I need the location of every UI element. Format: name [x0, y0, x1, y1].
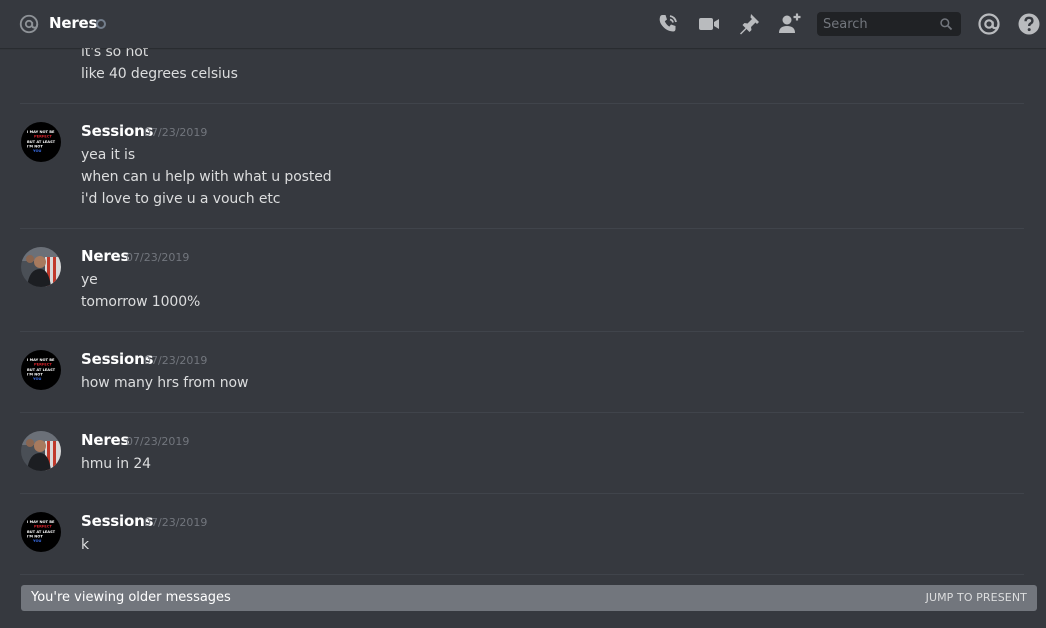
mention-icon[interactable] — [977, 12, 1001, 36]
search-icon — [940, 18, 953, 31]
message-text: it's so hot — [81, 48, 149, 60]
message-author[interactable]: Sessions — [81, 122, 153, 140]
avatar-text: YOU — [32, 539, 42, 543]
message-timestamp: 07/23/2019 — [144, 354, 208, 367]
avatar-text: BUT AT LEAST — [27, 530, 56, 534]
message-text: hmu in 24 — [81, 456, 151, 472]
message-text: when can u help with what u posted — [81, 169, 332, 185]
neres-avatar-image — [21, 247, 61, 287]
avatar-text: PERFECT — [34, 363, 52, 367]
avatar[interactable]: I MAY NOT BE PERFECT BUT AT LEAST I'M NO… — [21, 512, 61, 552]
older-messages-text: You're viewing older messages — [31, 590, 231, 605]
at-icon — [19, 14, 39, 34]
avatar[interactable]: I MAY NOT BE PERFECT BUT AT LEAST I'M NO… — [21, 122, 61, 162]
sessions-avatar-image: I MAY NOT BE PERFECT BUT AT LEAST I'M NO… — [21, 512, 61, 552]
avatar[interactable] — [21, 431, 61, 471]
avatar-text: I'M NOT — [27, 145, 43, 149]
message-text: k — [81, 537, 90, 553]
search-box[interactable] — [817, 12, 961, 36]
neres-avatar-image — [21, 431, 61, 471]
avatar-text: BUT AT LEAST — [27, 140, 56, 144]
older-messages-bar[interactable]: You're viewing older messages JUMP TO PR… — [21, 585, 1037, 611]
status-icon — [96, 19, 106, 29]
message-divider — [20, 228, 1024, 229]
avatar[interactable] — [21, 247, 61, 287]
avatar-text: BUT AT LEAST — [27, 368, 56, 372]
message-timestamp: 07/23/2019 — [144, 516, 208, 529]
avatar[interactable]: I MAY NOT BE PERFECT BUT AT LEAST I'M NO… — [21, 350, 61, 390]
video-icon[interactable] — [697, 12, 721, 36]
help-icon[interactable] — [1017, 12, 1041, 36]
avatar-text: PERFECT — [34, 525, 52, 529]
message-divider — [20, 331, 1024, 332]
message-text: how many hrs from now — [81, 375, 249, 391]
avatar-text: YOU — [32, 377, 42, 381]
message-divider — [20, 493, 1024, 494]
call-icon[interactable] — [656, 12, 680, 36]
message-text: i'd love to give u a vouch etc — [81, 191, 281, 207]
sessions-avatar-image: I MAY NOT BE PERFECT BUT AT LEAST I'M NO… — [21, 122, 61, 162]
avatar-text: YOU — [32, 149, 42, 153]
message-timestamp: 07/23/2019 — [126, 435, 190, 448]
channel-name: Neres — [49, 14, 98, 32]
avatar-text: I'M NOT — [27, 535, 43, 539]
search-input[interactable] — [817, 12, 927, 36]
message-divider — [20, 574, 1024, 575]
message-timestamp: 07/23/2019 — [144, 126, 208, 139]
message-divider — [20, 412, 1024, 413]
message-list[interactable]: it's so hot like 40 degrees celsius I MA… — [0, 48, 1046, 580]
message-timestamp: 07/23/2019 — [126, 251, 190, 264]
add-friend-icon[interactable] — [777, 12, 801, 36]
avatar-text: PERFECT — [34, 135, 52, 139]
message-divider — [20, 103, 1024, 104]
sessions-avatar-image: I MAY NOT BE PERFECT BUT AT LEAST I'M NO… — [21, 350, 61, 390]
message-text: tomorrow 1000% — [81, 294, 201, 310]
message-author[interactable]: Neres — [81, 247, 129, 265]
jump-to-present-button[interactable]: JUMP TO PRESENT — [926, 591, 1027, 604]
avatar-text: I MAY NOT BE — [27, 130, 55, 134]
message-text: yea it is — [81, 147, 136, 163]
message-author[interactable]: Neres — [81, 431, 129, 449]
message-text: ye — [81, 272, 98, 288]
avatar-text: I MAY NOT BE — [27, 358, 55, 362]
message-author[interactable]: Sessions — [81, 512, 153, 530]
pin-icon[interactable] — [737, 12, 761, 36]
message-text: like 40 degrees celsius — [81, 66, 238, 82]
avatar-text: I'M NOT — [27, 373, 43, 377]
message-author[interactable]: Sessions — [81, 350, 153, 368]
avatar-text: I MAY NOT BE — [27, 520, 55, 524]
channel-header: Neres — [0, 0, 1046, 48]
